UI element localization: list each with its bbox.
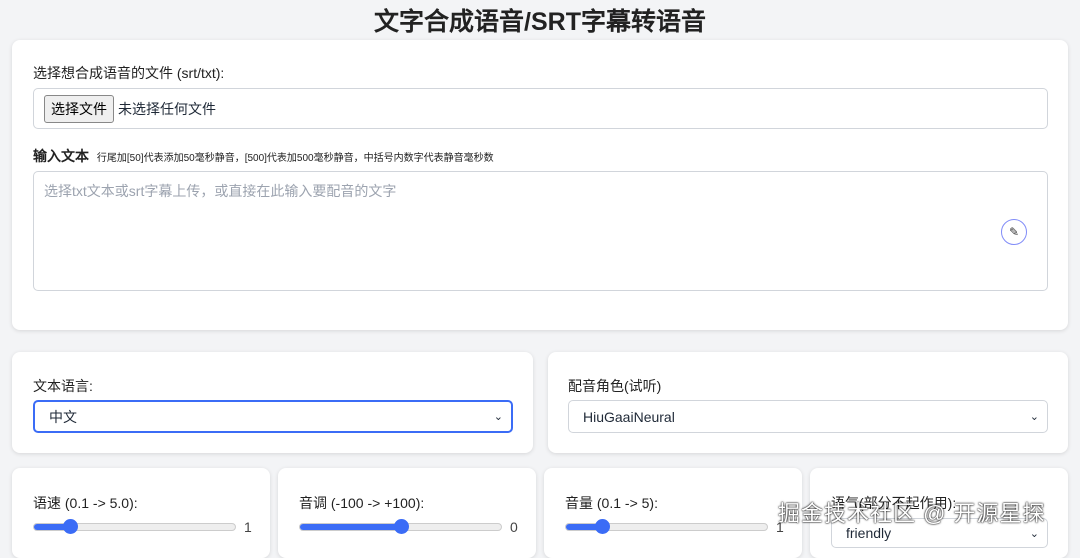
speed-slider[interactable]: [33, 519, 236, 534]
text-input[interactable]: 选择txt文本或srt字幕上传，或直接在此输入要配音的文字 ✎: [33, 171, 1048, 291]
text-hint: 行尾加[50]代表添加50毫秒静音，[500]代表加500毫秒静音，中括号内数字…: [96, 153, 494, 164]
pitch-label: 音调 (-100 -> +100):: [299, 495, 425, 511]
text-label-row: 输入文本 行尾加[50]代表添加50毫秒静音，[500]代表加500毫秒静音，中…: [33, 146, 494, 166]
page-title: 文字合成语音/SRT字幕转语音: [374, 8, 706, 36]
file-label: 选择想合成语音的文件 (srt/txt):: [33, 65, 225, 81]
language-select[interactable]: 中文 ⌄: [33, 400, 513, 433]
pitch-value: 0: [510, 519, 518, 535]
voice-card: 配音角色(试听) HiuGaaiNeural ⌄: [548, 352, 1068, 453]
chevron-down-icon: ⌄: [1029, 527, 1039, 540]
chevron-down-icon: ⌄: [493, 411, 503, 423]
magic-wand-icon[interactable]: ✎: [1001, 219, 1027, 245]
volume-slider[interactable]: [565, 519, 768, 534]
voice-select[interactable]: HiuGaaiNeural ⌄: [568, 400, 1048, 433]
volume-label: 音量 (0.1 -> 5):: [565, 495, 658, 511]
voice-label: 配音角色(试听): [568, 378, 662, 394]
text-placeholder: 选择txt文本或srt字幕上传，或直接在此输入要配音的文字: [44, 183, 397, 199]
choose-file-button[interactable]: 选择文件: [44, 94, 114, 123]
language-label: 文本语言:: [33, 378, 93, 394]
file-input[interactable]: 选择文件 未选择任何文件: [33, 88, 1048, 129]
speed-card: 语速 (0.1 -> 5.0): 1: [12, 468, 270, 558]
watermark: 掘金技术社区 @ 开源星探: [778, 501, 1046, 526]
pitch-slider[interactable]: [299, 519, 502, 534]
input-card: 选择想合成语音的文件 (srt/txt): 选择文件 未选择任何文件 输入文本 …: [12, 40, 1068, 330]
pitch-card: 音调 (-100 -> +100): 0: [278, 468, 536, 558]
speed-label: 语速 (0.1 -> 5.0):: [33, 495, 138, 511]
language-value: 中文: [49, 408, 77, 425]
speed-value: 1: [244, 519, 252, 535]
volume-card: 音量 (0.1 -> 5): 1: [544, 468, 802, 558]
voice-value: HiuGaaiNeural: [583, 408, 675, 425]
language-card: 文本语言: 中文 ⌄: [12, 352, 533, 453]
chevron-down-icon: ⌄: [1029, 411, 1039, 423]
file-status: 未选择任何文件: [118, 100, 216, 117]
text-label: 输入文本: [33, 148, 89, 164]
